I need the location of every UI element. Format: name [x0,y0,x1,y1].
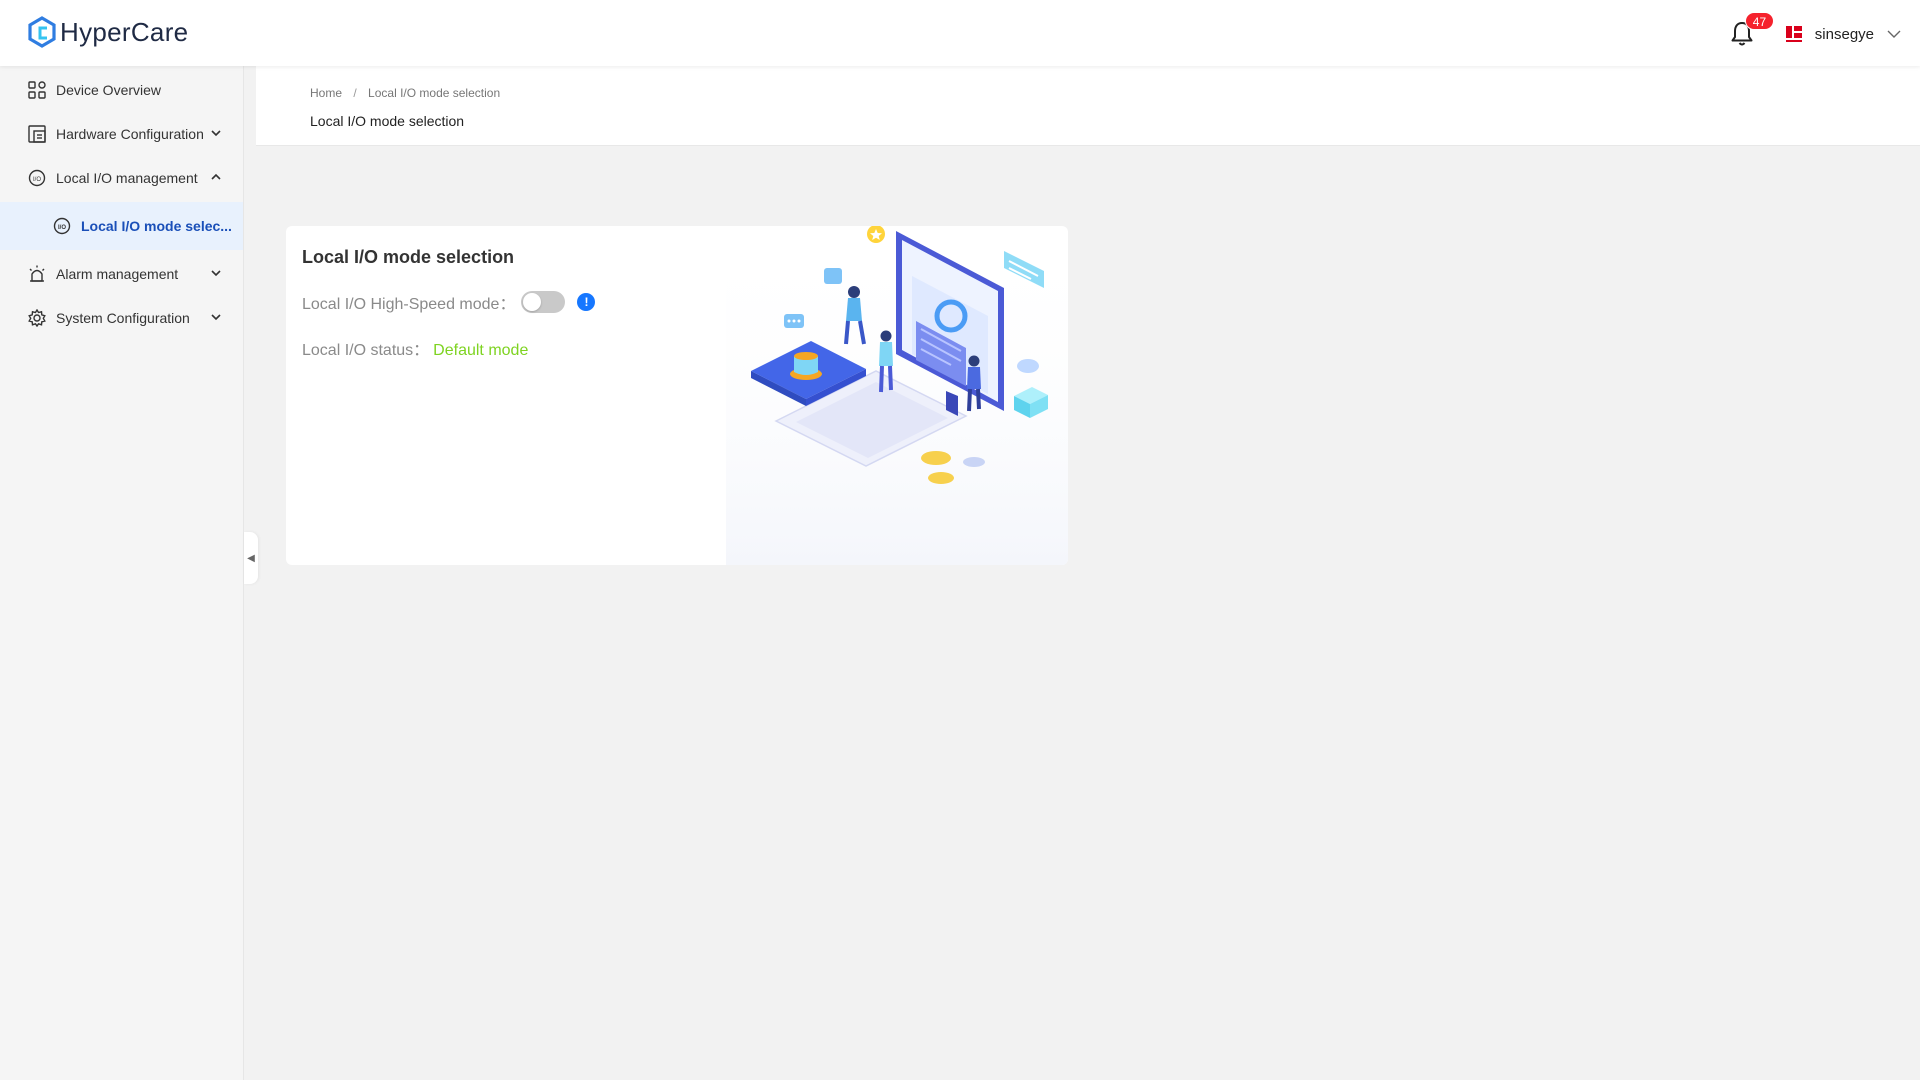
chevron-down-icon [211,130,221,137]
svg-text:I/O: I/O [33,177,41,183]
mode-selection-card: Local I/O mode selection Local I/O High-… [286,226,1068,565]
breadcrumb-home[interactable]: Home [310,86,342,100]
breadcrumb-bar: Home / Local I/O mode selection Local I/… [256,66,1920,146]
chevron-down-icon[interactable] [1886,26,1902,42]
io-gear-icon: I/O [27,168,47,188]
sidebar-item-label: Local I/O mode selec... [81,218,232,234]
chevron-up-icon [211,173,221,180]
io-gear-icon: I/O [52,216,72,236]
caret-left-icon: ◀ [247,552,255,564]
sidebar-item-device-overview[interactable]: Device Overview [0,68,243,112]
sidebar-item-label: Alarm management [56,266,179,282]
sidebar-item-system-configuration[interactable]: System Configuration [0,296,243,340]
app-logo[interactable]: HyperCare [28,16,188,48]
status-value: Default mode [433,342,529,359]
chevron-down-icon [211,314,221,321]
grid-icon [27,80,47,100]
company-logo-icon [1783,24,1804,44]
info-icon[interactable]: ! [577,293,596,311]
status-row: Local I/O status： Default mode [302,336,528,360]
chevron-down-icon [211,270,221,277]
isometric-illustration [726,226,1068,565]
breadcrumb-current: Local I/O mode selection [368,86,501,100]
sidebar-item-label: Hardware Configuration [56,126,204,142]
high-speed-label: Local I/O High-Speed mode： [302,296,516,313]
sidebar-item-hardware-configuration[interactable]: Hardware Configuration [0,112,243,156]
sidebar-item-alarm-management[interactable]: Alarm management [0,252,243,296]
sidebar-collapse-button[interactable]: ◀ [244,532,258,584]
notifications-button[interactable]: 47 [1725,12,1775,54]
settings-icon [27,308,47,328]
hypercare-logo-icon [28,16,56,48]
hardware-icon [27,124,47,144]
header-actions: 47 sinsegye [1725,12,1902,54]
page-title: Local I/O mode selection [310,113,465,129]
notification-badge: 47 [1744,12,1775,30]
card-title: Local I/O mode selection [302,247,515,267]
sidebar-item-local-io-management[interactable]: I/O Local I/O management [0,156,243,200]
svg-text:I/O: I/O [58,225,66,231]
high-speed-toggle[interactable] [521,291,566,313]
top-header: HyperCare 47 sinsegye [0,0,1920,66]
high-speed-row: Local I/O High-Speed mode： ! [302,290,596,314]
status-label: Local I/O status： [302,342,430,359]
toggle-knob [523,293,542,311]
alarm-icon [27,264,47,284]
sidebar-item-label: System Configuration [56,310,190,326]
app-name: HyperCare [60,16,189,47]
sidebar-item-label: Local I/O management [56,170,198,186]
sidebar-item-label: Device Overview [56,82,162,98]
sidebar: Device Overview Hardware Configuration I… [0,66,244,1080]
sidebar-item-local-io-mode-selection[interactable]: I/O Local I/O mode selec... [0,202,243,250]
breadcrumb: Home / Local I/O mode selection [310,86,500,100]
username[interactable]: sinsegye [1815,26,1874,43]
breadcrumb-separator: / [353,86,357,100]
